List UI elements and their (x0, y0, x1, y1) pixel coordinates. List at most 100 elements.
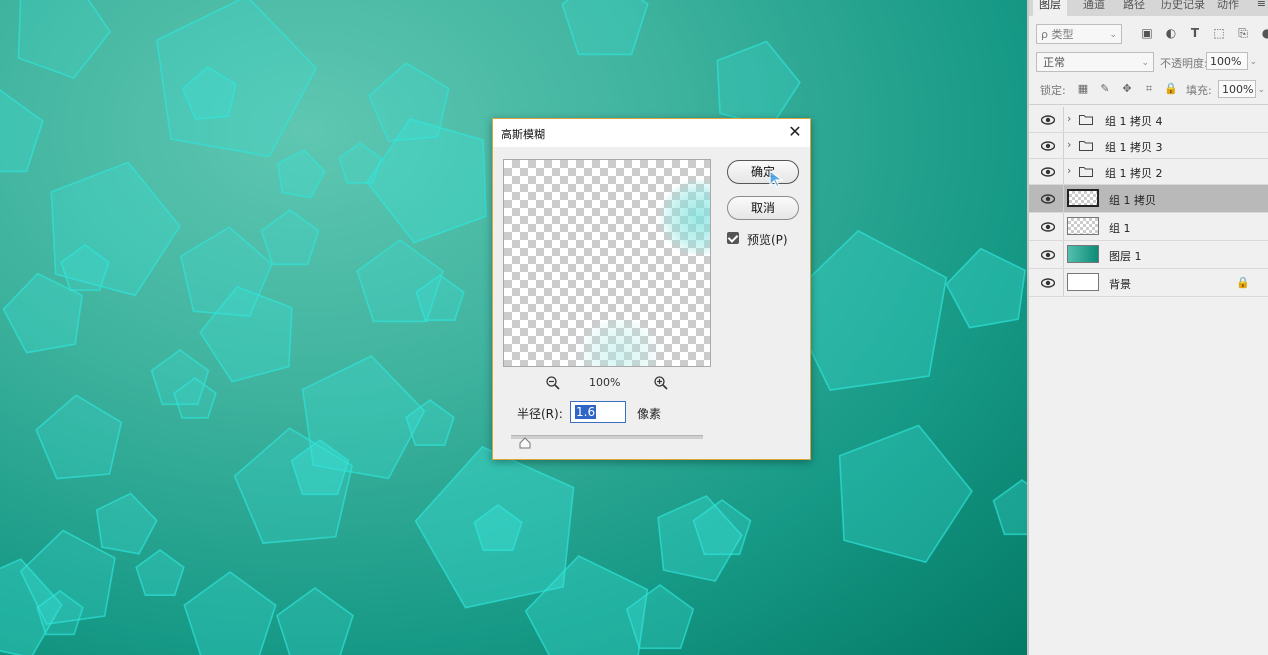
adjustment-filter-icon[interactable]: ◐ (1164, 26, 1178, 40)
smartobject-filter-icon[interactable]: ⎘ (1236, 26, 1250, 40)
layer-thumbnail (1067, 273, 1099, 291)
pentagon-shape (135, 549, 185, 597)
image-filter-icon[interactable]: ▣ (1140, 26, 1154, 40)
pentagon-shape (366, 117, 487, 244)
pentagon-shape (338, 142, 382, 184)
lock-label: 锁定: (1040, 84, 1066, 97)
pentagon-shape (838, 424, 973, 564)
pentagon-shape (992, 479, 1027, 536)
blend-mode-select[interactable]: 正常 ⌄ (1036, 52, 1154, 72)
type-filter-icon[interactable]: T (1188, 26, 1202, 40)
radius-input[interactable]: 1.6 (570, 401, 626, 423)
gaussian-blur-dialog: 高斯模糊 ✕ 100% 确定 取消 预览(P) 半径(R): 1.6 像素 (492, 118, 811, 460)
pentagon-shape (277, 149, 326, 199)
folder-icon (1079, 140, 1093, 151)
pentagon-shape (0, 89, 44, 173)
opacity-input[interactable]: 100% ⌄ (1206, 52, 1257, 70)
layer-row-selected[interactable]: 组 1 拷贝 (1029, 185, 1268, 213)
layer-thumbnail (1067, 189, 1099, 207)
dialog-titlebar[interactable]: 高斯模糊 ✕ (493, 119, 810, 147)
filter-toggle-icon[interactable]: ● (1260, 26, 1268, 40)
layer-thumbnail (1067, 245, 1099, 263)
close-icon[interactable]: ✕ (786, 123, 804, 141)
tab-paths[interactable]: 路径 (1117, 0, 1151, 16)
pentagon-shape (95, 492, 158, 555)
radius-slider-thumb[interactable] (519, 437, 531, 449)
visibility-eye-icon[interactable] (1041, 166, 1055, 178)
layer-name: 组 1 (1109, 221, 1131, 235)
lock-artboard-icon[interactable]: ⌗ (1142, 82, 1156, 96)
layer-name: 组 1 拷贝 4 (1105, 114, 1163, 128)
blend-row: 正常 ⌄ 不透明度: 100% ⌄ (1034, 52, 1268, 74)
fill-label: 填充: (1186, 84, 1212, 97)
pentagon-shape (183, 571, 277, 655)
lock-paint-icon[interactable]: ✎ (1098, 82, 1112, 96)
radius-unit: 像素 (637, 407, 662, 421)
pentagon-shape (945, 247, 1026, 329)
layer-row[interactable]: 组 1 (1029, 213, 1268, 241)
ok-button[interactable]: 确定 (727, 160, 799, 184)
layer-row[interactable]: 背景 🔒 (1029, 269, 1268, 297)
visibility-eye-icon[interactable] (1041, 249, 1055, 261)
layer-list: › 组 1 拷贝 4 › 组 1 拷贝 3 › 组 1 拷贝 2 组 1 拷贝 (1029, 107, 1268, 297)
dialog-title: 高斯模糊 (501, 128, 545, 141)
preview-zoom-bar: 100% (503, 375, 711, 393)
lock-row: 锁定: ▦ ✎ ✥ ⌗ 🔒 填充: 100% ⌄ (1034, 80, 1268, 100)
pentagon-shape (260, 209, 320, 266)
radius-slider-track[interactable] (511, 435, 703, 439)
layer-row[interactable]: › 组 1 拷贝 4 (1029, 107, 1268, 133)
tab-channels[interactable]: 通道 (1077, 0, 1111, 16)
zoom-in-icon[interactable] (653, 375, 669, 391)
cancel-button[interactable]: 取消 (727, 196, 799, 220)
fill-input[interactable]: 100% ⌄ (1218, 80, 1265, 98)
preview-checkbox[interactable] (727, 232, 739, 244)
lock-all-icon[interactable]: 🔒 (1164, 82, 1178, 96)
tab-history[interactable]: 历史记录 (1155, 0, 1211, 16)
layer-row[interactable]: › 组 1 拷贝 3 (1029, 133, 1268, 159)
lock-position-icon[interactable]: ✥ (1120, 82, 1134, 96)
pentagon-shape (17, 0, 111, 80)
layer-filter-row: ρ 类型 ⌄ ▣ ◐ T ⬚ ⎘ ● (1034, 24, 1268, 46)
lock-transparent-icon[interactable]: ▦ (1076, 82, 1090, 96)
pentagon-shape (156, 0, 318, 158)
layer-row[interactable]: 图层 1 (1029, 241, 1268, 269)
layer-name: 组 1 拷贝 2 (1105, 166, 1163, 180)
visibility-eye-icon[interactable] (1041, 114, 1055, 126)
radius-value: 1.6 (575, 405, 597, 419)
pentagon-shape (561, 0, 649, 56)
tab-layers[interactable]: 图层 (1033, 0, 1067, 16)
expand-chevron-icon[interactable]: › (1067, 112, 1071, 125)
layer-row[interactable]: › 组 1 拷贝 2 (1029, 159, 1268, 185)
opacity-label: 不透明度: (1160, 57, 1208, 70)
layer-name: 组 1 拷贝 (1109, 193, 1156, 207)
layer-name: 背景 (1109, 277, 1131, 291)
preview-label: 预览(P) (747, 233, 788, 247)
visibility-eye-icon[interactable] (1041, 140, 1055, 152)
filter-preview[interactable] (503, 159, 711, 367)
preview-blur-shape (574, 320, 664, 366)
pentagon-shape (276, 587, 354, 655)
panel-menu-icon[interactable]: ≡ (1257, 0, 1266, 10)
panel-tabs: 图层 通道 路径 历史记录 动作 ≡ (1029, 0, 1268, 16)
mouse-pointer-icon (769, 169, 784, 188)
folder-icon (1079, 114, 1093, 125)
visibility-eye-icon[interactable] (1041, 221, 1055, 233)
zoom-level: 100% (589, 376, 621, 389)
zoom-out-icon[interactable] (545, 375, 561, 391)
layer-name: 组 1 拷贝 3 (1105, 140, 1163, 154)
expand-chevron-icon[interactable]: › (1067, 138, 1071, 151)
filter-kind-select[interactable]: ρ 类型 ⌄ (1036, 24, 1122, 44)
layer-thumbnail (1067, 217, 1099, 235)
visibility-eye-icon[interactable] (1041, 193, 1055, 205)
layers-panel: 图层 通道 路径 历史记录 动作 ≡ ρ 类型 ⌄ ▣ ◐ T ⬚ ⎘ ● 正常 ⌄… (1027, 0, 1268, 655)
expand-chevron-icon[interactable]: › (1067, 164, 1071, 177)
layer-name: 图层 1 (1109, 249, 1142, 263)
visibility-eye-icon[interactable] (1041, 277, 1055, 289)
shape-filter-icon[interactable]: ⬚ (1212, 26, 1226, 40)
lock-icon[interactable]: 🔒 (1236, 276, 1250, 289)
folder-icon (1079, 166, 1093, 177)
tab-actions[interactable]: 动作 (1211, 0, 1245, 16)
pentagon-shape (35, 394, 123, 480)
radius-label: 半径(R): (517, 407, 563, 421)
pentagon-shape (716, 40, 801, 128)
